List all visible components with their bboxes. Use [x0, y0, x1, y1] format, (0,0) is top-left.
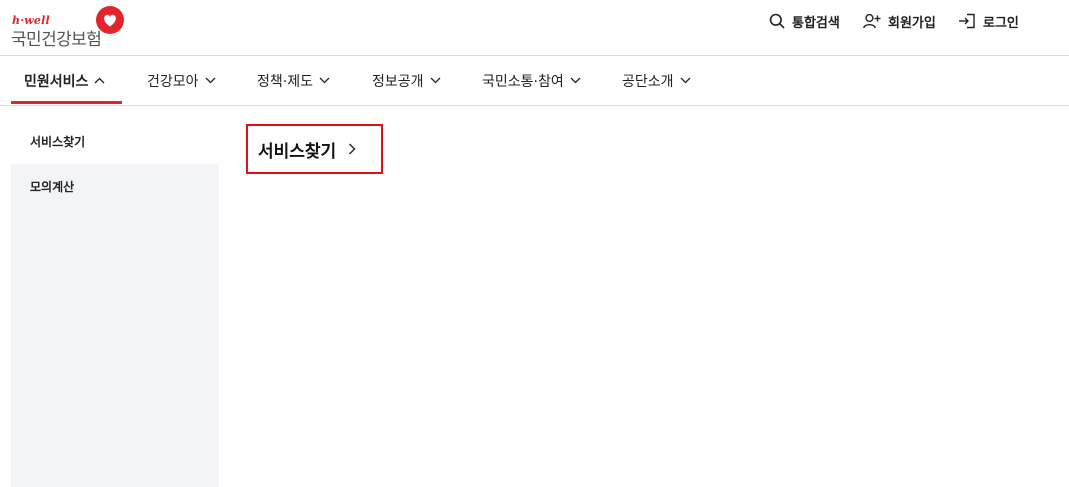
search-label: 통합검색	[792, 15, 840, 31]
nav-active-indicator	[11, 101, 122, 104]
nav-label: 정보공개	[372, 73, 424, 90]
login-icon	[959, 13, 975, 29]
nav-label: 정책·제도	[257, 73, 313, 90]
signup-link[interactable]: 회원가입	[863, 11, 936, 31]
sidebar: 서비스찾기 모의계산	[11, 119, 219, 487]
login-link[interactable]: 로그인	[958, 11, 1019, 31]
nav-item-civil-service[interactable]: 민원서비스	[24, 56, 105, 105]
logo[interactable]: h·well 국민건강보험	[10, 5, 130, 50]
header: h·well 국민건강보험 통합검색 회원가입 로그인	[0, 0, 1069, 56]
heart-logo-icon	[96, 6, 124, 34]
chevron-down-icon	[430, 77, 440, 84]
logo-name: 국민건강보험	[11, 30, 102, 50]
sidebar-item-label: 모의계산	[30, 180, 75, 194]
chevron-right-icon	[349, 143, 356, 155]
main-nav: 민원서비스 건강모아 정책·제도 정보공개 국민소통·참여 공단소개	[0, 56, 1069, 106]
signup-label: 회원가입	[888, 15, 936, 31]
chevron-down-icon	[319, 77, 330, 84]
nav-item-policy[interactable]: 정책·제도	[257, 56, 330, 105]
add-user-icon	[863, 13, 881, 29]
nav-item-health[interactable]: 건강모아	[147, 56, 216, 105]
chevron-down-icon	[570, 77, 581, 84]
chevron-up-icon	[94, 77, 105, 84]
page-title-link[interactable]: 서비스찾기	[246, 124, 383, 174]
sidebar-item-label: 서비스찾기	[30, 135, 86, 149]
page-title: 서비스찾기	[258, 141, 337, 162]
nav-item-about[interactable]: 공단소개	[622, 56, 691, 105]
sidebar-item-service-finder[interactable]: 서비스찾기	[11, 119, 219, 164]
nav-item-communication[interactable]: 국민소통·참여	[482, 56, 581, 105]
nav-item-disclosure[interactable]: 정보공개	[372, 56, 441, 105]
chevron-down-icon	[680, 77, 690, 84]
chevron-down-icon	[205, 77, 215, 84]
nav-label: 공단소개	[622, 73, 674, 90]
login-label: 로그인	[983, 15, 1019, 31]
search-link[interactable]: 통합검색	[769, 11, 840, 31]
nav-label: 국민소통·참여	[482, 73, 564, 90]
nav-label: 민원서비스	[24, 73, 89, 90]
sidebar-item-mock-calculation[interactable]: 모의계산	[11, 164, 219, 209]
nav-label: 건강모아	[147, 73, 199, 90]
search-icon	[769, 13, 785, 29]
